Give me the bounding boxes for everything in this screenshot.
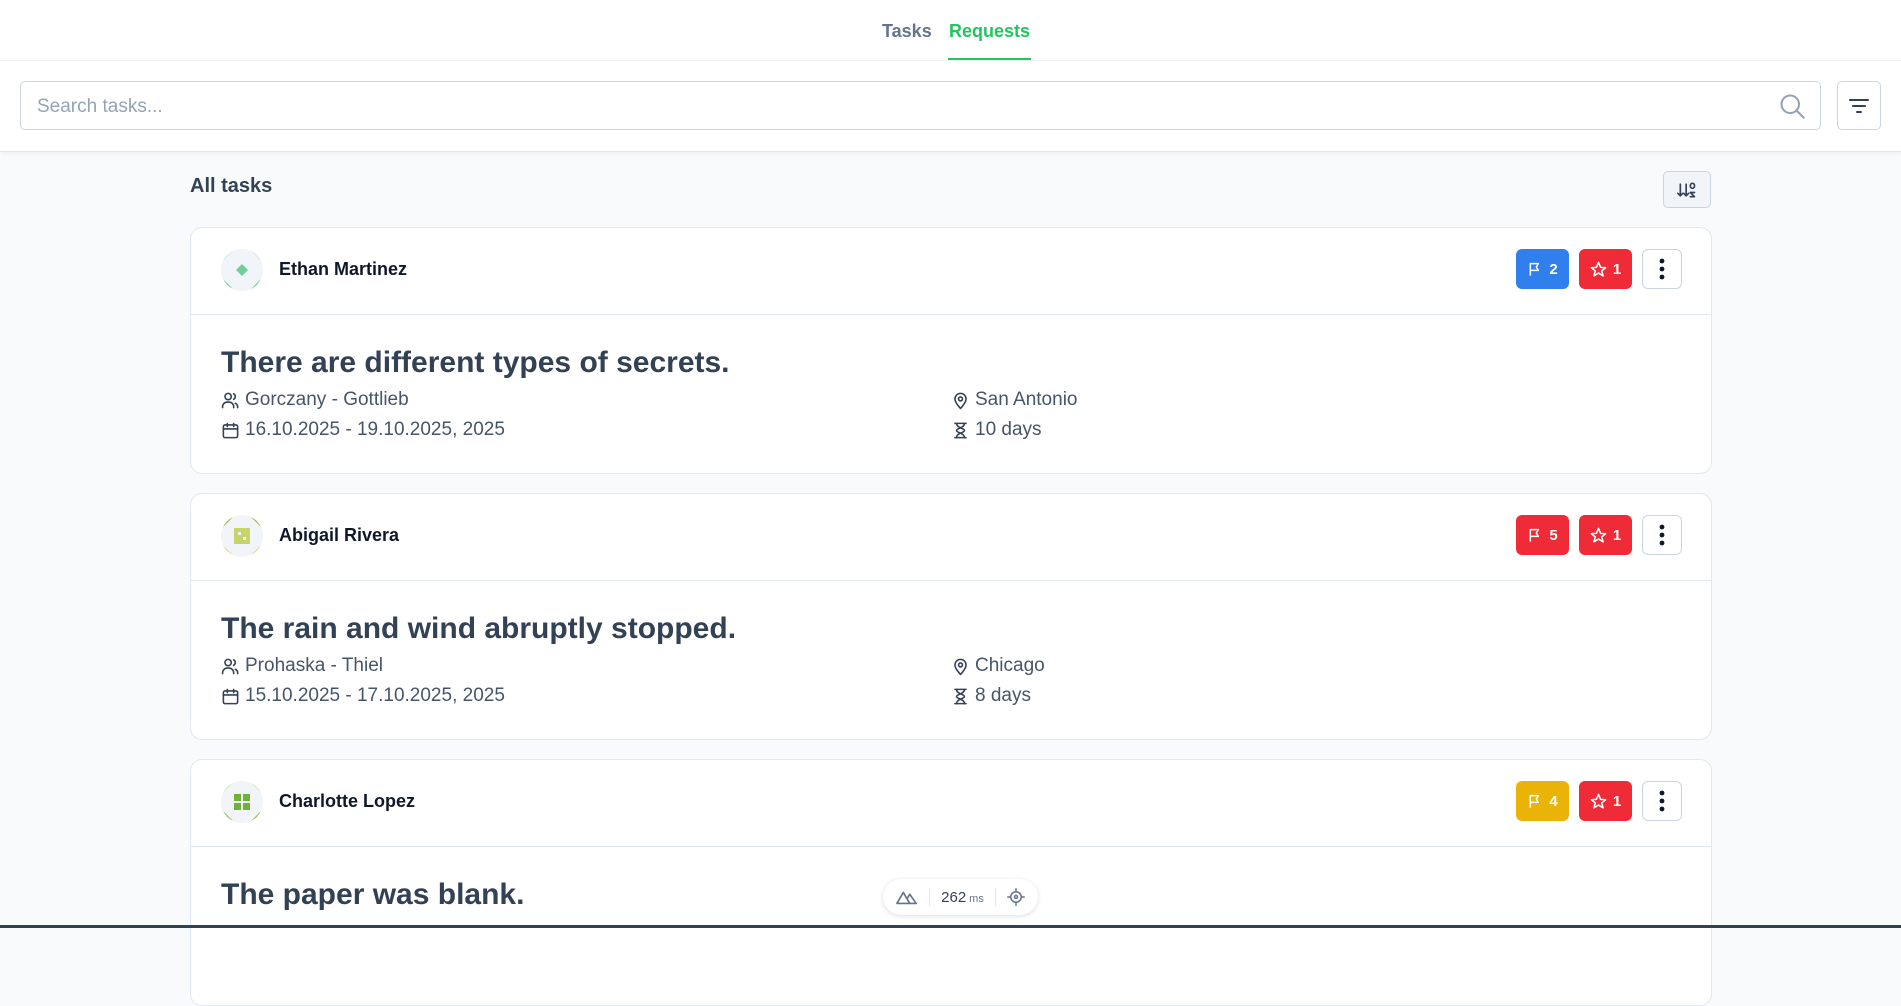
company-meta: Prohaska - Thiel (221, 655, 383, 677)
date-range: 16.10.2025 - 19.10.2025, 2025 (245, 419, 505, 440)
search-box (20, 81, 1821, 131)
avatar (221, 249, 263, 291)
star-badge[interactable]: 1 (1579, 781, 1632, 821)
duration-meta: 10 days (951, 419, 1042, 441)
nuxt-logo-icon (896, 891, 918, 905)
flag-badge[interactable]: 4 (1516, 781, 1569, 821)
author-name: Charlotte Lopez (279, 791, 416, 811)
star-badge[interactable]: 1 (1579, 515, 1632, 555)
company-name: Prohaska - Thiel (245, 655, 383, 676)
performance-indicator[interactable]: 262 ms (883, 879, 1038, 915)
location: Chicago (975, 655, 1045, 676)
card-header: Ethan Martinez 2 1 (191, 228, 1711, 315)
location: San Antonio (975, 389, 1078, 410)
more-vertical-icon (1659, 790, 1665, 812)
filter-icon (1849, 98, 1869, 113)
star-icon (1590, 527, 1607, 543)
dates-meta: 16.10.2025 - 19.10.2025, 2025 (221, 419, 505, 441)
flag-count: 4 (1549, 792, 1558, 810)
crosshair-icon[interactable] (1006, 888, 1025, 906)
more-options-button[interactable] (1642, 249, 1682, 289)
task-card[interactable]: Abigail Rivera 5 1 The rain and wind abr… (190, 493, 1712, 740)
divider (929, 888, 931, 906)
location-meta: San Antonio (951, 389, 1077, 411)
more-options-button[interactable] (1642, 515, 1682, 555)
users-icon (221, 658, 239, 674)
more-vertical-icon (1659, 258, 1665, 280)
star-count: 1 (1612, 260, 1622, 278)
duration: 8 days (975, 685, 1031, 706)
flag-icon (1529, 528, 1540, 542)
sort-icon (1677, 182, 1696, 197)
author-name: Ethan Martinez (279, 259, 408, 279)
tab-requests[interactable]: Requests (948, 0, 1032, 60)
map-pin-icon (954, 658, 967, 675)
section-title: All tasks (190, 175, 273, 197)
task-title: The paper was blank. (221, 878, 525, 911)
duration: 10 days (975, 419, 1042, 440)
star-badge[interactable]: 1 (1579, 249, 1632, 289)
flag-icon (1529, 262, 1540, 276)
author-name: Abigail Rivera (279, 525, 400, 545)
more-options-button[interactable] (1642, 781, 1682, 821)
calendar-icon (222, 422, 239, 438)
flag-badge[interactable]: 2 (1516, 249, 1569, 289)
search-bar (0, 61, 1901, 152)
divider (994, 888, 996, 906)
tab-tasks[interactable]: Tasks (881, 0, 933, 60)
avatar (221, 781, 263, 823)
users-icon (221, 392, 239, 408)
search-input[interactable] (35, 82, 1759, 131)
task-card[interactable]: Ethan Martinez 2 1 There are different t… (190, 227, 1712, 474)
company-name: Gorczany - Gottlieb (245, 389, 409, 410)
hourglass-icon (954, 422, 967, 438)
filter-button[interactable] (1837, 81, 1881, 130)
flag-count: 5 (1549, 526, 1558, 544)
company-meta: Gorczany - Gottlieb (221, 389, 409, 411)
card-header: Charlotte Lopez 4 1 (191, 760, 1711, 847)
render-time-value: 262 (941, 888, 967, 906)
render-time-unit: ms (969, 892, 984, 905)
calendar-icon (222, 688, 239, 704)
card-header: Abigail Rivera 5 1 (191, 494, 1711, 581)
hourglass-icon (954, 688, 967, 704)
flag-badge[interactable]: 5 (1516, 515, 1569, 555)
star-icon (1590, 793, 1607, 809)
duration-meta: 8 days (951, 685, 1031, 707)
sort-button[interactable] (1663, 171, 1711, 208)
star-icon (1590, 261, 1607, 277)
render-time: 262 ms (941, 889, 984, 906)
location-meta: Chicago (951, 655, 1045, 677)
more-vertical-icon (1659, 524, 1665, 546)
task-title: The rain and wind abruptly stopped. (221, 612, 737, 645)
search-icon[interactable] (1778, 92, 1806, 120)
avatar (221, 515, 263, 557)
flag-icon (1529, 794, 1540, 808)
date-range: 15.10.2025 - 17.10.2025, 2025 (245, 685, 505, 706)
map-pin-icon (954, 392, 967, 409)
dates-meta: 15.10.2025 - 17.10.2025, 2025 (221, 685, 505, 707)
star-count: 1 (1612, 792, 1622, 810)
task-title: There are different types of secrets. (221, 346, 730, 379)
star-count: 1 (1612, 526, 1622, 544)
flag-count: 2 (1549, 260, 1558, 278)
top-navigation: Tasks Requests (0, 0, 1901, 61)
